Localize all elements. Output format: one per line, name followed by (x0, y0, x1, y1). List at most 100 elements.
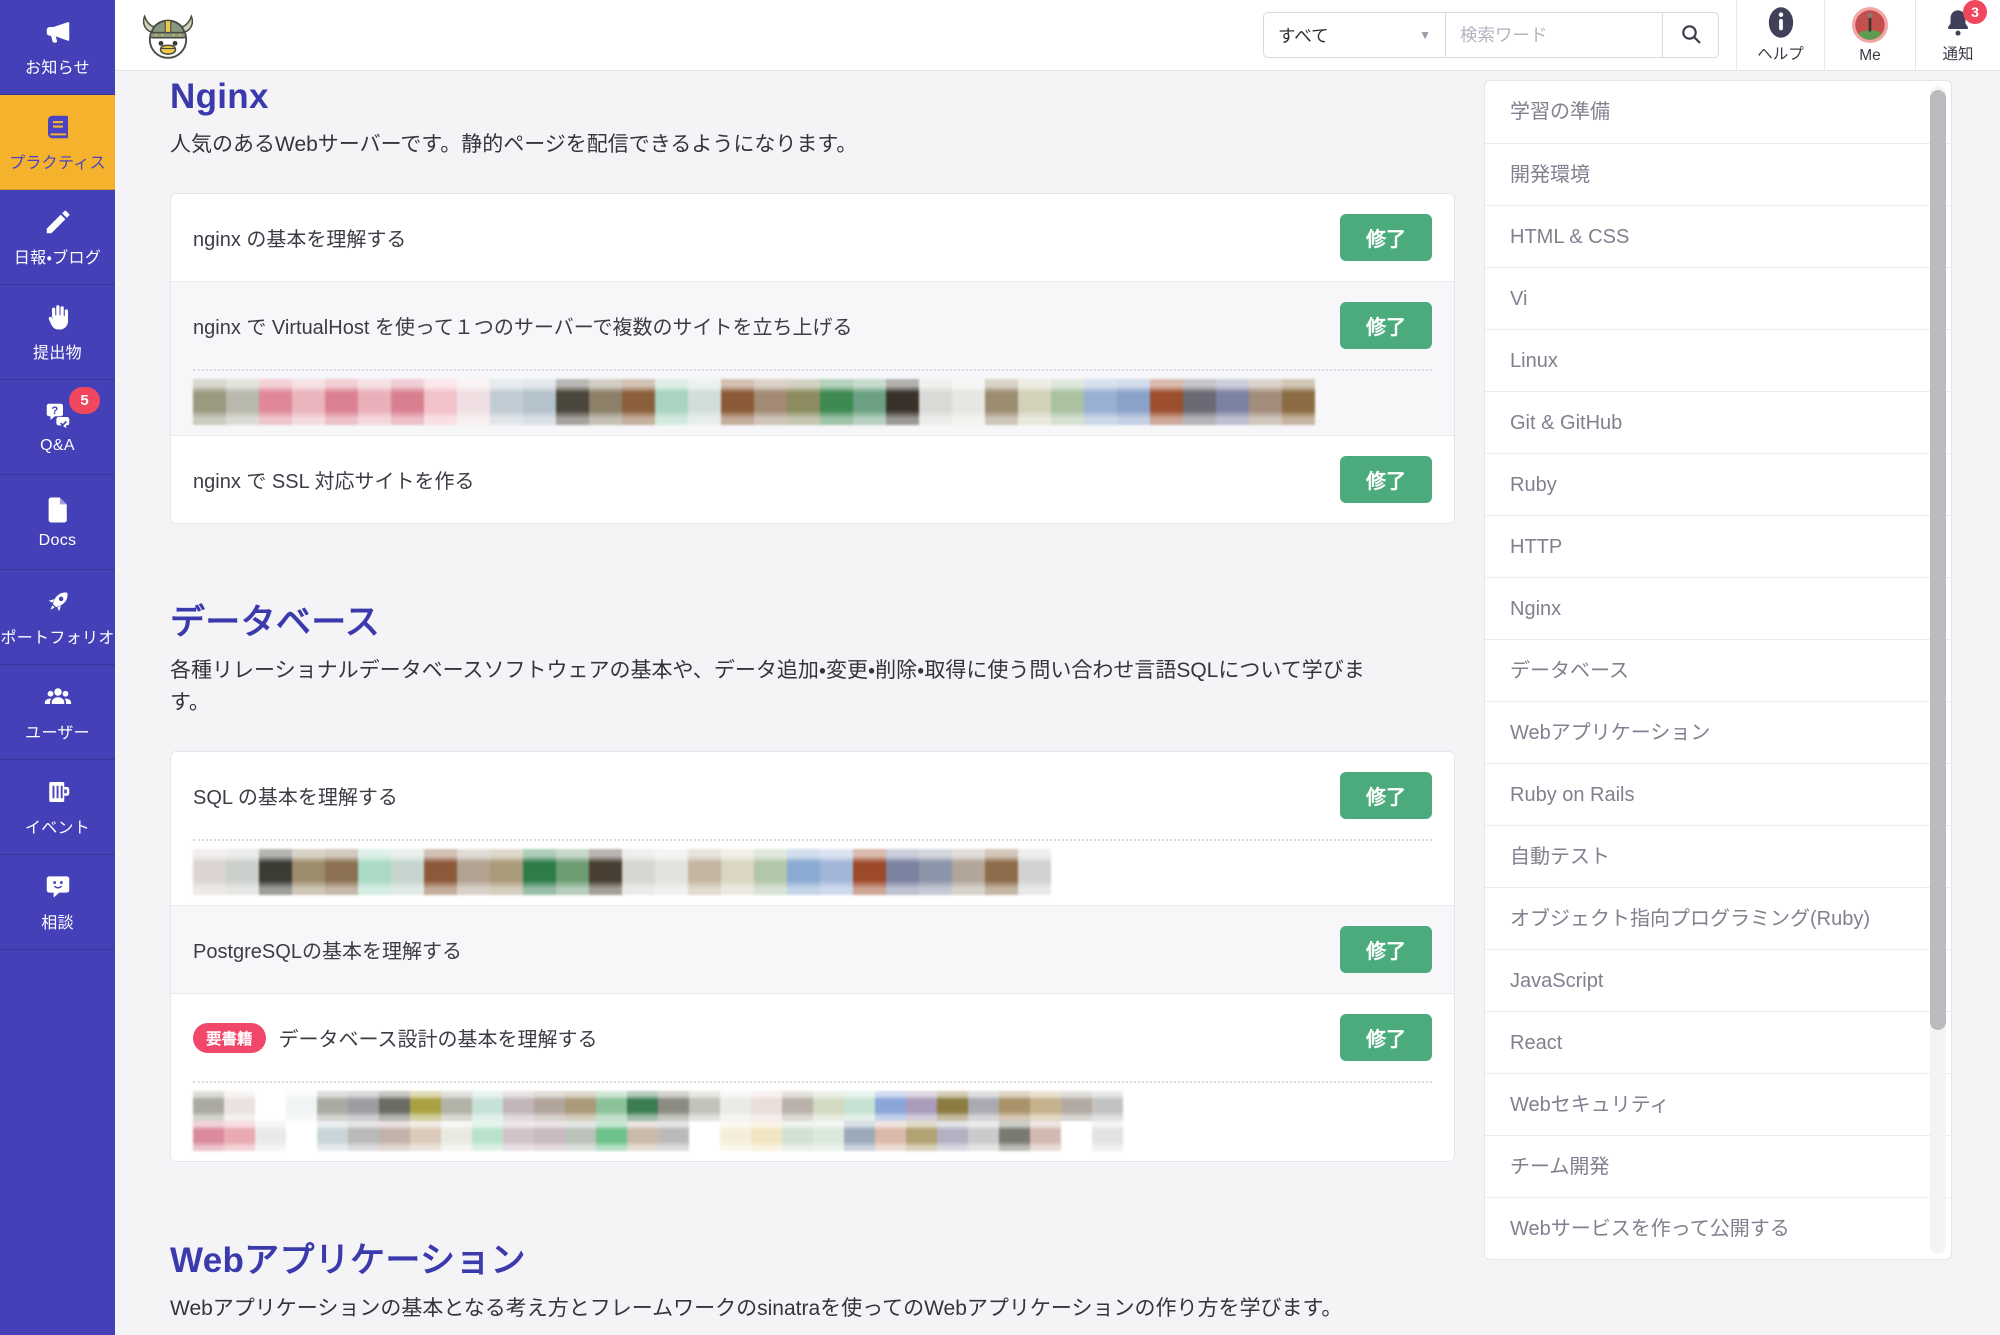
category-item[interactable]: オブジェクト指向プログラミング(Ruby) (1485, 887, 1951, 949)
category-item[interactable]: Vi (1485, 267, 1951, 329)
avatar[interactable] (391, 849, 424, 895)
avatar[interactable] (193, 379, 226, 425)
avatar[interactable] (782, 1121, 813, 1151)
avatar[interactable] (820, 379, 853, 425)
category-item[interactable]: HTML & CSS (1485, 205, 1951, 267)
avatar[interactable] (286, 1091, 317, 1121)
app-logo[interactable] (140, 7, 196, 63)
avatar[interactable] (1249, 379, 1282, 425)
avatar[interactable] (968, 1121, 999, 1151)
avatar[interactable] (424, 379, 457, 425)
avatar[interactable] (379, 1121, 410, 1151)
category-item[interactable]: 開発環境 (1485, 143, 1951, 205)
completed-button[interactable]: 修了 (1340, 926, 1432, 973)
avatar[interactable] (1084, 379, 1117, 425)
sidebar-item-docs[interactable]: Docs (0, 475, 115, 570)
avatar[interactable] (853, 379, 886, 425)
category-item[interactable]: React (1485, 1011, 1951, 1073)
avatar[interactable] (292, 379, 325, 425)
avatar[interactable] (457, 849, 490, 895)
avatar[interactable] (348, 1121, 379, 1151)
sidebar-item-consultation[interactable]: 相談 (0, 855, 115, 950)
sidebar-item-qa[interactable]: 5?Q&A (0, 380, 115, 475)
avatar[interactable] (1216, 379, 1249, 425)
avatar[interactable] (813, 1121, 844, 1151)
practice-title-link[interactable]: nginx で VirtualHost を使って１つのサーバーで複数のサイトを立… (193, 311, 853, 340)
avatar[interactable] (906, 1091, 937, 1121)
completed-button[interactable]: 修了 (1340, 302, 1432, 349)
avatar[interactable] (255, 1091, 286, 1121)
avatar[interactable] (391, 379, 424, 425)
avatar[interactable] (589, 379, 622, 425)
completed-button[interactable]: 修了 (1340, 456, 1432, 503)
avatar[interactable] (348, 1091, 379, 1121)
avatar[interactable] (224, 1121, 255, 1151)
sidebar-item-submissions[interactable]: 提出物 (0, 285, 115, 380)
sidebar-item-portfolio[interactable]: ポートフォリオ (0, 570, 115, 665)
category-item[interactable]: Nginx (1485, 577, 1951, 639)
avatar[interactable] (1183, 379, 1216, 425)
category-item[interactable]: Webサービスを作って公開する (1485, 1197, 1951, 1259)
avatar[interactable] (627, 1121, 658, 1151)
category-item[interactable]: Git & GitHub (1485, 391, 1951, 453)
avatar[interactable] (556, 849, 589, 895)
avatar[interactable] (503, 1091, 534, 1121)
category-item[interactable]: チーム開発 (1485, 1135, 1951, 1197)
avatar[interactable] (919, 379, 952, 425)
avatar[interactable] (556, 379, 589, 425)
avatar[interactable] (1117, 379, 1150, 425)
avatar[interactable] (787, 849, 820, 895)
search-button[interactable] (1662, 13, 1718, 57)
avatar[interactable] (622, 849, 655, 895)
category-item[interactable]: Linux (1485, 329, 1951, 391)
avatar[interactable] (627, 1091, 658, 1121)
category-item[interactable]: Ruby on Rails (1485, 763, 1951, 825)
avatar[interactable] (490, 379, 523, 425)
avatar[interactable] (906, 1121, 937, 1151)
avatar[interactable] (688, 849, 721, 895)
category-item[interactable]: Ruby (1485, 453, 1951, 515)
avatar[interactable] (224, 1091, 255, 1121)
avatar[interactable] (844, 1091, 875, 1121)
avatar[interactable] (968, 1091, 999, 1121)
avatar[interactable] (286, 1121, 317, 1151)
avatar[interactable] (1061, 1091, 1092, 1121)
avatar[interactable] (441, 1121, 472, 1151)
me-menu[interactable]: Me (1824, 0, 1915, 71)
avatar[interactable] (751, 1091, 782, 1121)
avatar[interactable] (813, 1091, 844, 1121)
category-item[interactable]: Webアプリケーション (1485, 701, 1951, 763)
avatar[interactable] (937, 1091, 968, 1121)
avatar[interactable] (985, 379, 1018, 425)
avatar[interactable] (689, 1121, 720, 1151)
avatar[interactable] (720, 1091, 751, 1121)
practice-title-link[interactable]: nginx の基本を理解する (193, 223, 406, 252)
avatar[interactable] (999, 1121, 1030, 1151)
avatar[interactable] (259, 379, 292, 425)
avatar[interactable] (472, 1121, 503, 1151)
avatar[interactable] (503, 1121, 534, 1151)
sidebar-item-users[interactable]: ユーザー (0, 665, 115, 760)
practice-title-link[interactable]: SQL の基本を理解する (193, 781, 398, 810)
avatar[interactable] (589, 849, 622, 895)
avatar[interactable] (952, 379, 985, 425)
avatar[interactable] (787, 379, 820, 425)
category-item[interactable]: Webセキュリティ (1485, 1073, 1951, 1135)
avatar[interactable] (985, 849, 1018, 895)
avatar[interactable] (325, 379, 358, 425)
avatar[interactable] (1092, 1091, 1123, 1121)
avatar[interactable] (1018, 379, 1051, 425)
category-item[interactable]: JavaScript (1485, 949, 1951, 1011)
avatar[interactable] (1092, 1121, 1123, 1151)
scrollbar-thumb[interactable] (1930, 90, 1946, 1030)
avatar[interactable] (689, 1091, 720, 1121)
category-item[interactable]: HTTP (1485, 515, 1951, 577)
avatar[interactable] (1018, 849, 1051, 895)
avatar[interactable] (875, 1091, 906, 1121)
completed-button[interactable]: 修了 (1340, 772, 1432, 819)
help-menu[interactable]: ヘルプ (1736, 0, 1824, 71)
avatar[interactable] (782, 1091, 813, 1121)
avatar[interactable] (410, 1121, 441, 1151)
avatar[interactable] (565, 1121, 596, 1151)
category-item[interactable]: 学習の準備 (1485, 81, 1951, 143)
